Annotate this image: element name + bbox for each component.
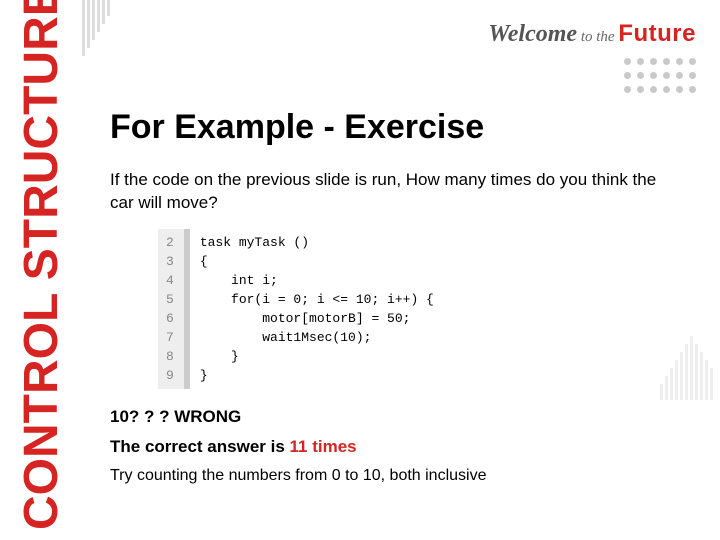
line-number: 3	[166, 252, 174, 271]
line-number: 9	[166, 366, 174, 385]
code-line: int i;	[200, 271, 434, 290]
code-line: wait1Msec(10);	[200, 328, 434, 347]
code-line: }	[200, 347, 434, 366]
sidebar-title: CONTROL STRUCTURES	[18, 0, 90, 530]
code-gutter: 2 3 4 5 6 7 8 9	[158, 229, 190, 389]
code-body: task myTask () { int i; for(i = 0; i <= …	[190, 229, 444, 389]
code-line: task myTask ()	[200, 233, 434, 252]
line-number: 7	[166, 328, 174, 347]
welcome-to: to the	[577, 29, 618, 45]
code-line: motor[motorB] = 50;	[200, 309, 434, 328]
slide: CONTROL STRUCTURES Welcome to the Future…	[0, 0, 720, 540]
line-number: 4	[166, 271, 174, 290]
code-line: for(i = 0; i <= 10; i++) {	[200, 290, 434, 309]
code-line: {	[200, 252, 434, 271]
header-logo: Welcome to the Future	[396, 20, 696, 100]
line-number: 8	[166, 347, 174, 366]
answer-prefix: The correct answer is	[110, 437, 290, 456]
line-number: 5	[166, 290, 174, 309]
wrong-text: 10? ? ? WRONG	[110, 407, 696, 427]
welcome-future: Future	[618, 20, 696, 47]
question-text: If the code on the previous slide is run…	[110, 169, 670, 215]
line-number: 6	[166, 309, 174, 328]
answer-text: The correct answer is 11 times	[110, 437, 696, 457]
dot-grid-icon	[396, 58, 696, 96]
page-title: For Example - Exercise	[110, 108, 696, 147]
code-line: }	[200, 366, 434, 385]
hint-text: Try counting the numbers from 0 to 10, b…	[110, 467, 696, 485]
line-number: 2	[166, 233, 174, 252]
answer-value: 11 times	[290, 437, 357, 456]
welcome-word: Welcome	[488, 21, 577, 47]
code-block: 2 3 4 5 6 7 8 9 task myTask () { int i; …	[158, 229, 696, 389]
content: For Example - Exercise If the code on th…	[110, 108, 696, 491]
